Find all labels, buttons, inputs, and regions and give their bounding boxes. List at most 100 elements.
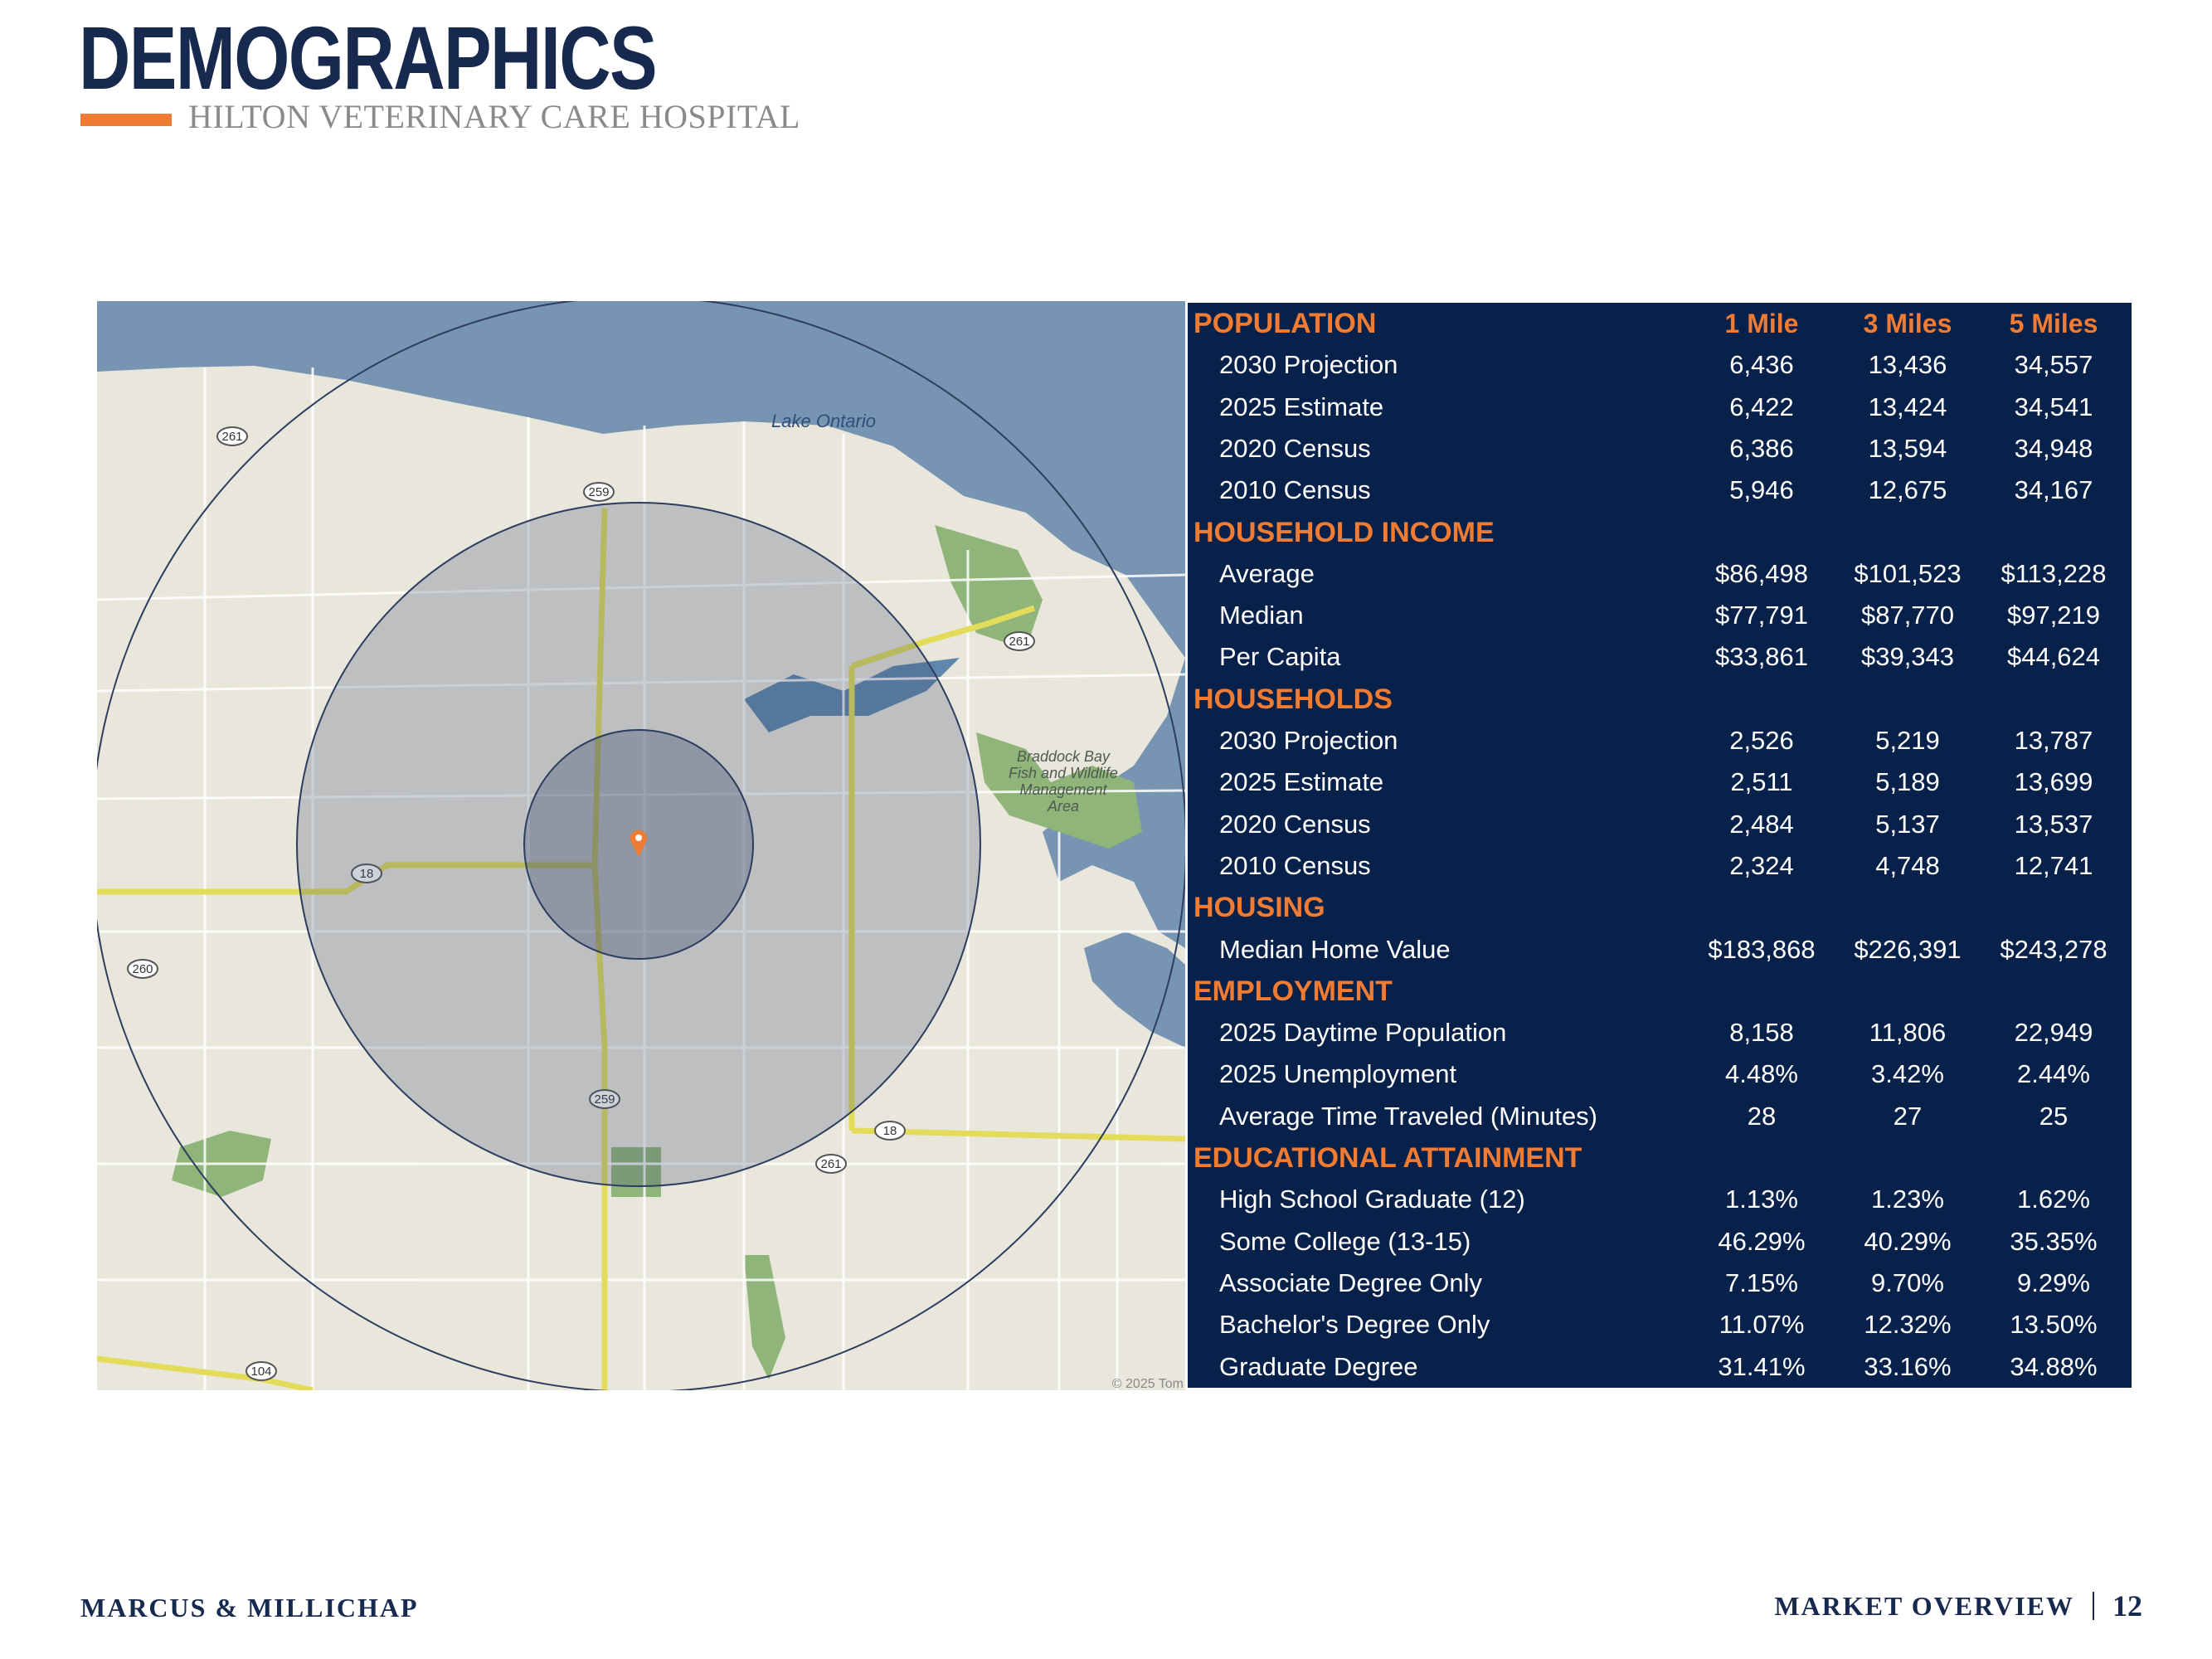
- row-label: 2025 Estimate: [1219, 767, 1384, 797]
- row-value: 34,557: [2014, 350, 2093, 380]
- row-value: 34,167: [2014, 475, 2093, 505]
- row-value: $226,391: [1854, 934, 1962, 964]
- row-label: 2025 Estimate: [1219, 392, 1384, 421]
- accent-bar: [80, 114, 172, 126]
- row-label: 2025 Unemployment: [1219, 1059, 1457, 1089]
- row-value: 27: [1893, 1101, 1923, 1131]
- table-row: 2020 Census 6,386 13,594 34,948: [1188, 428, 2132, 469]
- row-label: 2010 Census: [1219, 850, 1371, 880]
- row-label: Median Home Value: [1219, 934, 1451, 964]
- row-value: 34.88%: [2010, 1351, 2098, 1381]
- page-title: DEMOGRAPHICS: [79, 7, 658, 108]
- row-label: Graduate Degree: [1219, 1351, 1418, 1381]
- row-label: 2020 Census: [1219, 809, 1371, 839]
- row-value: 8,158: [1729, 1018, 1794, 1048]
- row-label: 2010 Census: [1219, 475, 1371, 505]
- section-header-row: EMPLOYMENT: [1188, 971, 2132, 1012]
- route-shield: 260: [127, 959, 158, 979]
- row-value: 33.16%: [1864, 1351, 1952, 1381]
- row-value: 35.35%: [2010, 1226, 2098, 1256]
- section-header-row: EDUCATIONAL ATTAINMENT: [1188, 1137, 2132, 1179]
- footer-section: MARKET OVERVIEW: [1774, 1590, 2074, 1621]
- section-title: EDUCATIONAL ATTAINMENT: [1194, 1142, 1582, 1174]
- row-value: 2.44%: [2017, 1059, 2090, 1089]
- section-title: HOUSEHOLDS: [1194, 683, 1393, 715]
- row-value: 4,748: [1875, 850, 1940, 880]
- row-value: 40.29%: [1864, 1226, 1952, 1256]
- column-header: 3 Miles: [1863, 309, 1952, 338]
- row-label: Some College (13-15): [1219, 1226, 1471, 1256]
- footer-divider: [2093, 1592, 2094, 1620]
- row-value: 2,484: [1729, 809, 1794, 839]
- column-header: 5 Miles: [2009, 309, 2098, 338]
- table-row: 2030 Projection 6,436 13,436 34,557: [1188, 344, 2132, 386]
- row-label: Bachelor's Degree Only: [1219, 1310, 1490, 1340]
- table-row: Median Home Value $183,868 $226,391 $243,27…: [1188, 929, 2132, 971]
- row-value: $44,624: [2006, 642, 2101, 672]
- svg-text:261: 261: [221, 430, 242, 444]
- row-value: 7.15%: [1725, 1267, 1798, 1297]
- row-value: 28: [1747, 1101, 1777, 1131]
- route-shield: 18: [874, 1121, 906, 1141]
- table-row: Per Capita $33,861 $39,343 $44,624: [1188, 636, 2132, 678]
- table-row: Graduate Degree 31.41% 33.16% 34.88%: [1188, 1346, 2132, 1388]
- row-value: $243,278: [2000, 934, 2107, 964]
- route-shield: 259: [583, 482, 615, 502]
- svg-text:18: 18: [883, 1124, 897, 1138]
- section-title: HOUSEHOLD INCOME: [1194, 516, 1495, 548]
- row-label: High School Graduate (12): [1219, 1185, 1525, 1214]
- row-value: 6,386: [1729, 433, 1794, 463]
- row-value: 5,189: [1875, 767, 1940, 797]
- row-label: Average Time Traveled (Minutes): [1219, 1101, 1598, 1131]
- row-value: 11,806: [1869, 1018, 1947, 1048]
- row-value: 25: [2039, 1101, 2069, 1131]
- row-value: 6,422: [1729, 392, 1794, 421]
- svg-text:Area: Area: [1047, 798, 1079, 815]
- row-value: 1.13%: [1725, 1185, 1798, 1214]
- table-row: Bachelor's Degree Only 11.07% 12.32% 13.50%: [1188, 1304, 2132, 1345]
- footer-nav: MARKET OVERVIEW 12: [1774, 1588, 2142, 1623]
- route-shield: 104: [246, 1361, 277, 1381]
- table-row: 2020 Census 2,484 5,137 13,537: [1188, 804, 2132, 845]
- table-row: 2030 Projection 2,526 5,219 13,787: [1188, 720, 2132, 761]
- row-value: 34,948: [2014, 433, 2093, 463]
- column-header: 1 Mile: [1724, 309, 1799, 338]
- row-value: 5,946: [1729, 475, 1794, 505]
- route-shield: 261: [216, 426, 248, 446]
- table-row: 2025 Estimate 6,422 13,424 34,541: [1188, 387, 2132, 428]
- row-value: 2,511: [1730, 767, 1793, 797]
- row-value: 22,949: [2014, 1018, 2093, 1048]
- page-number: 12: [2112, 1589, 2142, 1623]
- row-value: 13,594: [1868, 433, 1947, 463]
- row-value: 31.41%: [1718, 1351, 1806, 1381]
- row-value: 6,436: [1729, 350, 1794, 380]
- row-value: $87,770: [1860, 601, 1955, 630]
- row-label: Per Capita: [1219, 642, 1341, 672]
- row-value: 13,424: [1868, 392, 1947, 421]
- section-header-row: POPULATION 1 Mile 3 Miles 5 Miles: [1188, 303, 2132, 344]
- row-value: 2,324: [1729, 850, 1794, 880]
- route-shield: 261: [1004, 631, 1035, 651]
- row-value: 11.07%: [1719, 1310, 1805, 1340]
- table-row: Associate Degree Only 7.15% 9.70% 9.29%: [1188, 1262, 2132, 1304]
- row-label: 2020 Census: [1219, 433, 1371, 463]
- row-value: 13,436: [1868, 350, 1947, 380]
- section-header-row: HOUSING: [1188, 887, 2132, 928]
- svg-text:104: 104: [250, 1365, 271, 1379]
- demographics-table: POPULATION 1 Mile 3 Miles 5 Miles 2030 Proje…: [1188, 303, 2132, 1388]
- radius-map[interactable]: 261 259 261 18 260 259 18 261 104 Lake O…: [97, 301, 1185, 1390]
- row-value: 12,741: [2014, 850, 2093, 880]
- row-value: 12.32%: [1864, 1310, 1952, 1340]
- svg-text:260: 260: [132, 962, 153, 976]
- table-row: Median $77,791 $87,770 $97,219: [1188, 595, 2132, 636]
- section-title: EMPLOYMENT: [1194, 975, 1393, 1007]
- row-label: Associate Degree Only: [1219, 1267, 1483, 1297]
- table-row: 2025 Estimate 2,511 5,189 13,699: [1188, 761, 2132, 803]
- row-value: $183,868: [1708, 934, 1816, 964]
- table-row: 2010 Census 2,324 4,748 12,741: [1188, 845, 2132, 887]
- row-label: 2025 Daytime Population: [1219, 1018, 1507, 1048]
- row-value: 13,787: [2014, 726, 2093, 755]
- row-value: 46.29%: [1718, 1226, 1806, 1256]
- row-value: 4.48%: [1725, 1059, 1798, 1089]
- section-title: POPULATION: [1194, 308, 1377, 339]
